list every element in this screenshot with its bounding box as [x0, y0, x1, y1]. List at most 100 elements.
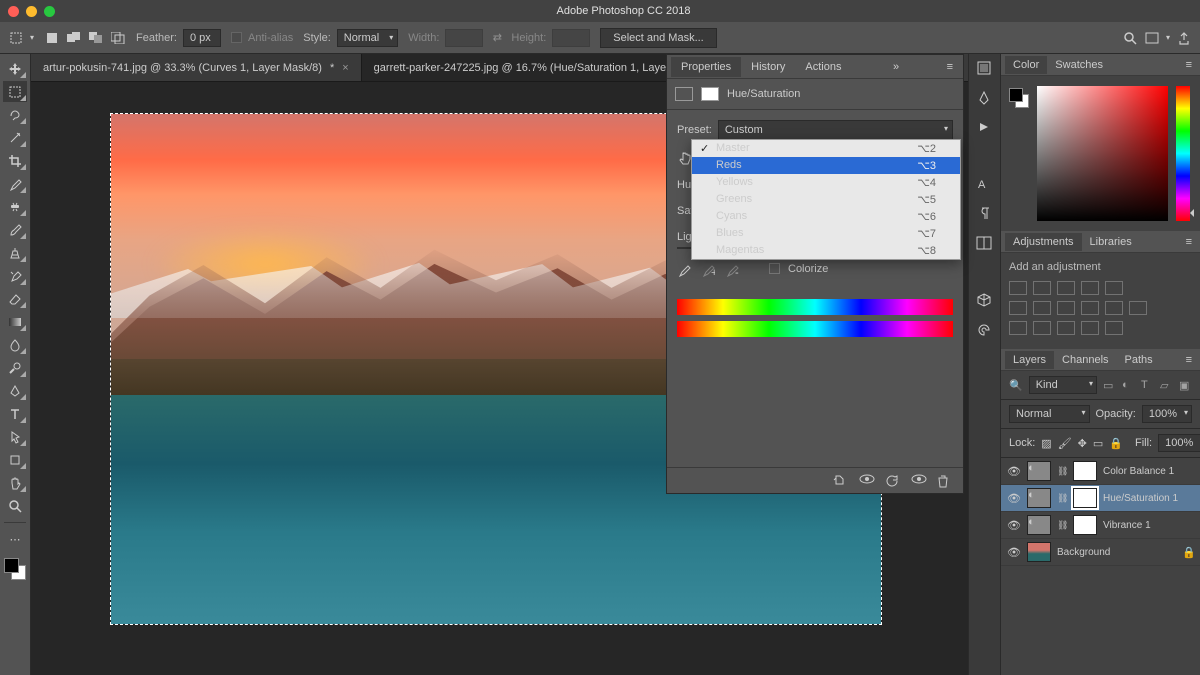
eyedropper-add-icon[interactable]: + — [701, 263, 717, 279]
dropdown-item-blues[interactable]: Blues⌥7 — [692, 225, 960, 242]
new-selection-icon[interactable] — [44, 30, 60, 46]
workspace-icon[interactable] — [1144, 30, 1160, 46]
fill-field[interactable]: 100% — [1158, 434, 1200, 452]
document-tab-1[interactable]: artur-pokusin-741.jpg @ 33.3% (Curves 1,… — [31, 54, 362, 81]
tab-adjustments[interactable]: Adjustments — [1005, 233, 1082, 251]
healing-brush-tool[interactable] — [3, 196, 27, 217]
tab-paths[interactable]: Paths — [1117, 351, 1161, 369]
zoom-window[interactable] — [44, 6, 55, 17]
eraser-tool[interactable] — [3, 288, 27, 309]
link-icon[interactable]: ⛓ — [1057, 493, 1067, 504]
dropdown-item-yellows[interactable]: Yellows⌥4 — [692, 174, 960, 191]
collapse-icon[interactable]: » — [887, 61, 905, 73]
clone-stamp-tool[interactable] — [3, 242, 27, 263]
marquee-tool-icon[interactable] — [8, 30, 24, 46]
color-swatches[interactable] — [4, 558, 26, 580]
link-icon[interactable]: ⛓ — [1057, 520, 1067, 531]
cc-icon[interactable] — [976, 322, 994, 340]
hue-strip[interactable] — [1176, 86, 1190, 221]
channel-mixer-adj-icon[interactable] — [1105, 301, 1123, 315]
filter-smart-icon[interactable]: ▣ — [1179, 379, 1192, 392]
layer-row[interactable]: 👁 ◐ ⛓ Vibrance 1 — [1001, 512, 1200, 539]
share-icon[interactable] — [1176, 30, 1192, 46]
lut-adj-icon[interactable] — [1129, 301, 1147, 315]
lock-paint-icon[interactable]: 🖌 — [1058, 437, 1072, 450]
magic-wand-tool[interactable] — [3, 127, 27, 148]
dropdown-item-greens[interactable]: Greens⌥5 — [692, 191, 960, 208]
lock-artboard-icon[interactable]: ▭ — [1093, 437, 1103, 450]
layer-row[interactable]: 👁 ◐ ⛓ Hue/Saturation 1 — [1001, 485, 1200, 512]
marquee-tool[interactable] — [3, 81, 27, 102]
eyedropper-subtract-icon[interactable]: - — [725, 263, 741, 279]
tab-history[interactable]: History — [741, 57, 795, 77]
eyedropper-tool[interactable] — [3, 173, 27, 194]
play-icon[interactable] — [976, 120, 994, 138]
delete-icon[interactable] — [937, 474, 953, 488]
feather-field[interactable]: 0 px — [183, 29, 221, 47]
move-tool[interactable] — [3, 58, 27, 79]
character-icon[interactable]: A — [976, 176, 994, 194]
mask-thumb[interactable] — [1073, 515, 1097, 535]
panel-menu-icon[interactable]: ≡ — [1182, 59, 1196, 71]
layer-row[interactable]: 👁 ◐ ⛓ Color Balance 1 — [1001, 458, 1200, 485]
layer-name[interactable]: Vibrance 1 — [1103, 520, 1194, 531]
link-icon[interactable]: ⛓ — [1057, 466, 1067, 477]
selective-color-adj-icon[interactable] — [1105, 321, 1123, 335]
posterize-adj-icon[interactable] — [1033, 321, 1051, 335]
document-tab-2[interactable]: garrett-parker-247225.jpg @ 16.7% (Hue/S… — [362, 54, 716, 81]
path-select-tool[interactable] — [3, 426, 27, 447]
invert-adj-icon[interactable] — [1009, 321, 1027, 335]
exposure-adj-icon[interactable] — [1081, 281, 1099, 295]
colorbal-adj-icon[interactable] — [1033, 301, 1051, 315]
brushes-icon[interactable] — [976, 90, 994, 108]
mask-thumb[interactable] — [1073, 461, 1097, 481]
search-icon[interactable] — [1122, 30, 1138, 46]
close-window[interactable] — [8, 6, 19, 17]
style-select[interactable]: Normal — [337, 29, 398, 47]
threshold-adj-icon[interactable] — [1057, 321, 1075, 335]
brightness-adj-icon[interactable] — [1009, 281, 1027, 295]
filter-pixel-icon[interactable]: ▭ — [1103, 379, 1116, 392]
visibility-toggle[interactable]: 👁 — [1007, 546, 1021, 559]
close-tab-icon[interactable]: × — [342, 62, 348, 74]
curves-adj-icon[interactable] — [1057, 281, 1075, 295]
filter-search-icon[interactable]: 🔍 — [1009, 379, 1023, 392]
lock-all-icon[interactable]: 🔒 — [1109, 437, 1123, 450]
pen-tool[interactable] — [3, 380, 27, 401]
intersect-selection-icon[interactable] — [110, 30, 126, 46]
colorize-checkbox[interactable] — [769, 263, 780, 274]
tab-layers[interactable]: Layers — [1005, 351, 1054, 369]
dropdown-item-magentas[interactable]: Magentas⌥8 — [692, 242, 960, 259]
bw-adj-icon[interactable] — [1057, 301, 1075, 315]
layer-name[interactable]: Hue/Saturation 1 — [1103, 493, 1194, 504]
clip-to-layer-icon[interactable] — [833, 474, 849, 488]
tab-actions[interactable]: Actions — [795, 57, 851, 77]
visibility-toggle[interactable]: 👁 — [1007, 492, 1021, 505]
image-thumb[interactable] — [1027, 542, 1051, 562]
3d-icon[interactable] — [976, 292, 994, 310]
filter-adj-icon[interactable]: ◐ — [1122, 379, 1135, 392]
layer-name[interactable]: Background — [1057, 547, 1176, 558]
panel-menu-icon[interactable]: ≡ — [1182, 354, 1196, 366]
dropdown-item-cyans[interactable]: Cyans⌥6 — [692, 208, 960, 225]
dropdown-item-reds[interactable]: Reds⌥3 — [692, 157, 960, 174]
brush-settings-icon[interactable] — [976, 60, 994, 78]
panel-menu-icon[interactable]: ≡ — [941, 61, 959, 73]
mask-thumb[interactable] — [1073, 488, 1097, 508]
hand-tool[interactable] — [3, 472, 27, 493]
dodge-tool[interactable] — [3, 357, 27, 378]
paragraph-icon[interactable] — [976, 206, 994, 224]
blend-mode-select[interactable]: Normal — [1009, 405, 1090, 423]
filter-type-icon[interactable]: T — [1141, 379, 1154, 392]
lock-transparency-icon[interactable]: ▨ — [1041, 437, 1051, 450]
history-brush-tool[interactable] — [3, 265, 27, 286]
reset-icon[interactable] — [885, 474, 901, 488]
tab-channels[interactable]: Channels — [1054, 351, 1116, 369]
view-previous-icon[interactable] — [859, 474, 875, 488]
spectrum-in[interactable] — [677, 299, 953, 315]
color-swatch-pair[interactable] — [1009, 88, 1029, 108]
color-field[interactable] — [1037, 86, 1168, 221]
visibility-toggle[interactable]: 👁 — [1007, 519, 1021, 532]
photo-filter-adj-icon[interactable] — [1081, 301, 1099, 315]
crop-tool[interactable] — [3, 150, 27, 171]
